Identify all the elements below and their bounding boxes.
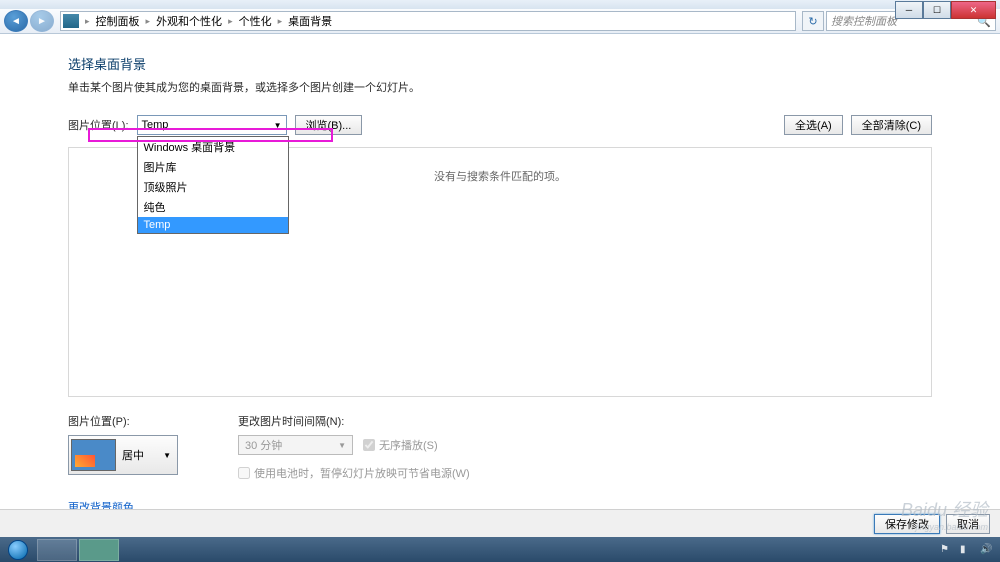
page-title: 选择桌面背景 — [68, 54, 932, 73]
location-combobox[interactable]: Temp ▼ Windows 桌面背景 图片库 顶级照片 纯色 Temp — [137, 115, 287, 135]
taskbar-item-control-panel[interactable] — [79, 539, 119, 561]
content-area: 选择桌面背景 单击某个图片使其成为您的桌面背景，或选择多个图片创建一个幻灯片。 … — [0, 34, 1000, 537]
network-icon[interactable]: ▮ — [960, 544, 972, 556]
position-thumbnail — [71, 439, 116, 471]
location-selected: Temp — [142, 119, 169, 131]
chevron-right-icon[interactable]: ▸ — [276, 16, 285, 27]
dropdown-item[interactable]: Windows 桌面背景 — [138, 137, 288, 157]
empty-message: 没有与搜索条件匹配的项。 — [434, 168, 566, 184]
taskbar[interactable]: ⚑ ▮ 🔊 — [0, 537, 1000, 562]
taskbar-item[interactable] — [37, 539, 77, 561]
page-subtitle: 单击某个图片使其成为您的桌面背景，或选择多个图片创建一个幻灯片。 — [68, 79, 932, 95]
shuffle-input — [363, 439, 375, 451]
back-button[interactable]: ◄ — [4, 10, 28, 32]
refresh-button[interactable]: ↻ — [802, 11, 824, 31]
position-combobox[interactable]: 居中 ▼ — [68, 435, 178, 475]
footer-bar: 保存修改 取消 — [0, 509, 1000, 537]
interval-combobox: 30 分钟 ▼ — [238, 435, 353, 455]
battery-input — [238, 467, 250, 479]
close-button[interactable]: ✕ — [951, 1, 996, 19]
breadcrumb-item[interactable]: 控制面板 — [92, 13, 144, 29]
maximize-button[interactable]: ☐ — [923, 1, 951, 19]
browse-button[interactable]: 浏览(B)... — [295, 115, 363, 135]
chevron-right-icon[interactable]: ▸ — [83, 16, 92, 27]
dropdown-item-selected[interactable]: Temp — [138, 217, 288, 233]
start-button[interactable] — [0, 537, 36, 562]
forward-button: ► — [30, 10, 54, 32]
chevron-down-icon: ▼ — [163, 451, 175, 460]
dropdown-item[interactable]: 纯色 — [138, 197, 288, 217]
interval-value: 30 分钟 — [245, 437, 282, 453]
save-button[interactable]: 保存修改 — [874, 514, 940, 534]
system-tray[interactable]: ⚑ ▮ 🔊 — [940, 544, 1000, 556]
position-label: 图片位置(P): — [68, 413, 178, 429]
breadcrumb-item[interactable]: 个性化 — [235, 13, 276, 29]
battery-checkbox: 使用电池时，暂停幻灯片放映可节省电源(W) — [238, 465, 470, 481]
volume-icon[interactable]: 🔊 — [980, 544, 992, 556]
nav-toolbar: ◄ ► ▸ 控制面板 ▸ 外观和个性化 ▸ 个性化 ▸ 桌面背景 ↻ 搜索控制面… — [0, 9, 1000, 34]
location-dropdown: Windows 桌面背景 图片库 顶级照片 纯色 Temp — [137, 136, 289, 234]
position-value: 居中 — [122, 447, 144, 463]
shuffle-label: 无序播放(S) — [379, 437, 438, 453]
dropdown-item[interactable]: 图片库 — [138, 157, 288, 177]
interval-label: 更改图片时间间隔(N): — [238, 413, 470, 429]
control-panel-icon — [63, 14, 79, 28]
breadcrumb-item[interactable]: 外观和个性化 — [152, 13, 226, 29]
dropdown-item[interactable]: 顶级照片 — [138, 177, 288, 197]
flag-icon[interactable]: ⚑ — [940, 544, 952, 556]
minimize-button[interactable]: ─ — [895, 1, 923, 19]
chevron-down-icon: ▼ — [274, 121, 282, 130]
location-label: 图片位置(L): — [68, 117, 129, 133]
window-titlebar: ─ ☐ ✕ — [0, 0, 1000, 9]
windows-orb-icon — [8, 540, 28, 560]
chevron-down-icon: ▼ — [338, 441, 346, 450]
shuffle-checkbox: 无序播放(S) — [363, 437, 438, 453]
clear-all-button[interactable]: 全部清除(C) — [851, 115, 932, 135]
cancel-button[interactable]: 取消 — [946, 514, 990, 534]
chevron-right-icon[interactable]: ▸ — [226, 16, 235, 27]
search-placeholder: 搜索控制面板 — [831, 13, 897, 29]
select-all-button[interactable]: 全选(A) — [784, 115, 843, 135]
breadcrumb-item[interactable]: 桌面背景 — [284, 13, 336, 29]
breadcrumb[interactable]: ▸ 控制面板 ▸ 外观和个性化 ▸ 个性化 ▸ 桌面背景 — [60, 11, 796, 31]
chevron-right-icon[interactable]: ▸ — [144, 16, 153, 27]
battery-label: 使用电池时，暂停幻灯片放映可节省电源(W) — [254, 465, 470, 481]
